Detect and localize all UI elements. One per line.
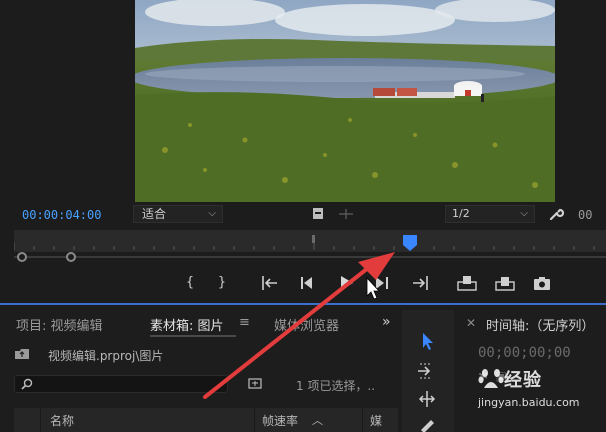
step-back-button[interactable] <box>296 270 320 296</box>
chevron-down-icon: ⌵ <box>520 208 528 219</box>
resolution-value: 1/2 <box>452 207 470 220</box>
transport-controls: { } <box>0 270 606 298</box>
zoom-scrollbar[interactable] <box>14 256 606 258</box>
column-divider <box>254 408 255 432</box>
mark-out-button[interactable]: } <box>210 270 234 296</box>
column-divider <box>362 408 363 432</box>
zoom-handle-left[interactable] <box>17 252 27 262</box>
step-forward-icon <box>376 277 388 289</box>
column-divider <box>40 408 41 432</box>
play-button[interactable] <box>334 270 358 296</box>
play-icon <box>341 276 353 290</box>
insert-button[interactable] <box>454 270 478 296</box>
zoom-fit-select[interactable]: 适合 ⌵ <box>133 205 223 223</box>
playhead-marker[interactable] <box>402 234 418 252</box>
camera-icon <box>534 277 550 290</box>
go-to-out-button[interactable] <box>408 270 432 296</box>
chevron-double-right-icon[interactable]: » <box>382 314 391 330</box>
zoom-handle-right[interactable] <box>66 252 76 262</box>
selection-status: 1 项已选择，.. <box>296 379 376 393</box>
selection-tool-icon[interactable] <box>414 330 440 352</box>
search-field[interactable] <box>14 375 228 393</box>
watermark-url: jingyan.baidu.com <box>478 396 580 409</box>
step-back-icon <box>301 277 312 289</box>
go-to-in-icon <box>262 276 277 290</box>
column-name[interactable]: 名称 <box>50 412 74 429</box>
wrench-icon[interactable] <box>548 206 564 222</box>
program-monitor: 00:00:04:00 适合 ⌵ 1/2 ⌵ 00 {} <box>0 0 606 305</box>
step-forward-button[interactable] <box>370 270 394 296</box>
project-panel: 项目: 视频编辑 素材箱: 图片 ≡ 媒体浏览器 » 视频编辑.prproj\图… <box>0 307 398 432</box>
insert-marker-icon[interactable] <box>312 207 324 220</box>
playback-resolution-select[interactable]: 1/2 ⌵ <box>445 205 535 223</box>
watermark: 经验 jingyan.baidu.com <box>478 366 600 426</box>
folder-up-icon[interactable] <box>14 348 30 360</box>
search-input[interactable] <box>39 377 224 391</box>
zoom-fit-value: 适合 <box>142 207 167 221</box>
razor-tool-icon[interactable] <box>414 414 440 432</box>
tab-bin[interactable]: 素材箱: 图片 <box>150 315 224 334</box>
close-icon[interactable]: ✕ <box>466 316 476 330</box>
column-frame-rate[interactable]: 帧速率 <box>262 412 298 429</box>
video-preview <box>135 0 555 202</box>
sort-ascending-icon[interactable]: ︿ <box>312 412 323 428</box>
timeline-title[interactable]: 时间轴:（无序列） <box>486 315 594 334</box>
time-ruler[interactable] <box>14 230 606 252</box>
timeline-timecode[interactable]: 00;00;00;00 <box>478 345 571 361</box>
search-icon <box>21 378 33 390</box>
duration-timecode: 00 <box>578 208 593 222</box>
go-to-in-button[interactable] <box>258 270 282 296</box>
column-header-row: 名称 帧速率 ︿ 媒 <box>14 408 398 432</box>
column-media[interactable]: 媒 <box>370 412 382 429</box>
new-bin-icon[interactable] <box>248 377 262 389</box>
overwrite-button[interactable] <box>492 270 516 296</box>
chevron-down-icon: ⌵ <box>208 208 216 219</box>
safe-margins-icon[interactable] <box>338 207 354 220</box>
tab-project[interactable]: 项目: 视频编辑 <box>16 315 103 334</box>
insert-icon <box>457 276 477 291</box>
bin-path: 视频编辑.prproj\图片 <box>48 349 164 363</box>
overwrite-icon <box>495 277 515 291</box>
ripple-edit-tool-icon[interactable] <box>414 388 440 410</box>
tab-media-browser[interactable]: 媒体浏览器 <box>274 315 339 334</box>
baidu-paw-logo-icon <box>478 369 504 388</box>
active-tab-indicator <box>150 335 236 337</box>
export-frame-button[interactable] <box>530 270 554 296</box>
tools-panel <box>402 310 454 432</box>
playhead-timecode[interactable]: 00:00:04:00 <box>22 208 101 222</box>
track-select-tool-icon[interactable] <box>414 360 440 382</box>
go-to-out-icon <box>413 276 428 290</box>
watermark-text: 经验 <box>504 370 542 391</box>
hamburger-menu-icon[interactable]: ≡ <box>239 315 250 330</box>
mark-in-button[interactable]: { <box>178 270 202 296</box>
